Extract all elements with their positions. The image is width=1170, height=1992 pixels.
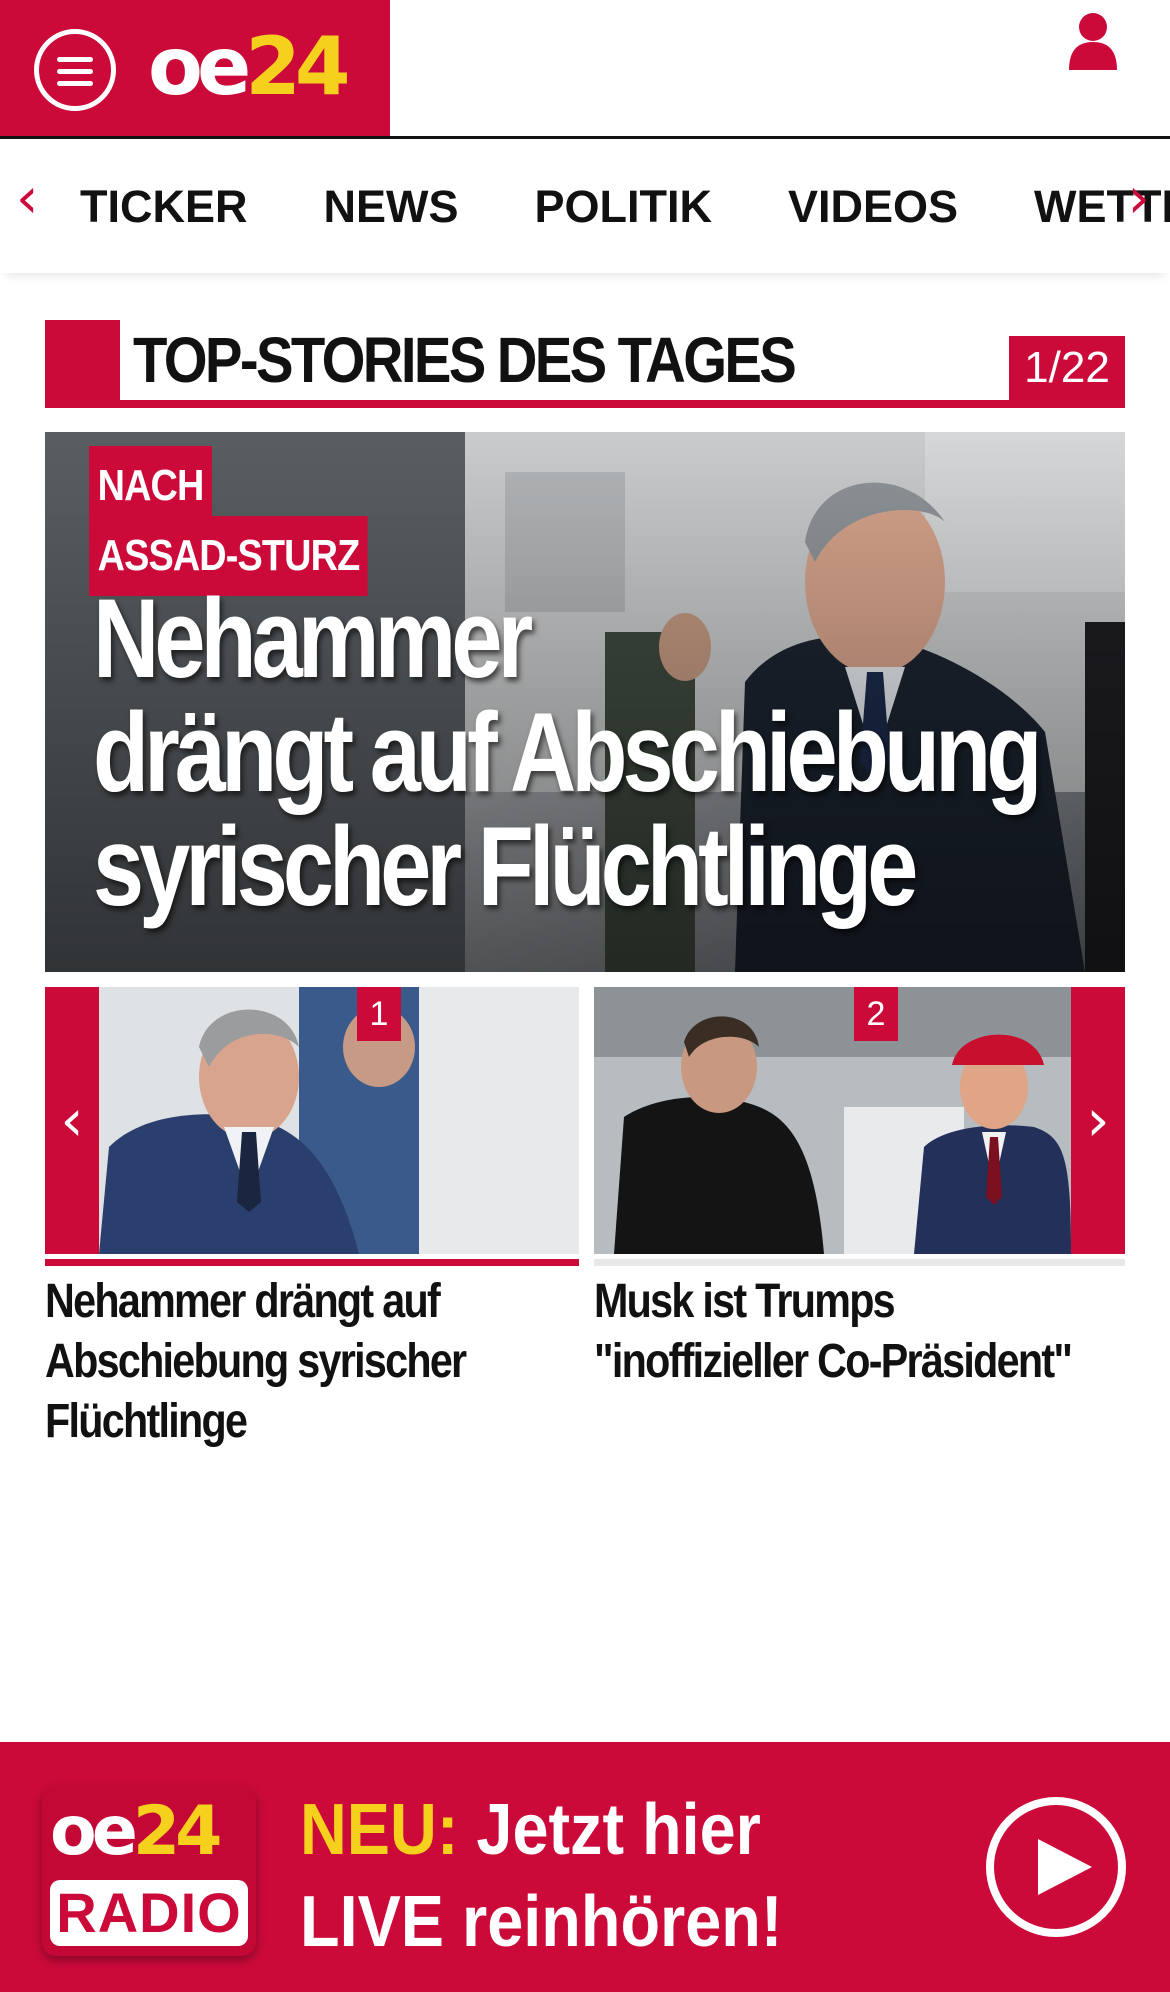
hamburger-menu-icon[interactable]	[34, 29, 116, 111]
radio-promo-text: NEU: Jetzt hier LIVE reinhören!	[300, 1790, 783, 1962]
section-accent-square	[45, 320, 120, 408]
story-title-2[interactable]: Musk ist Trumps "inoffizieller Co-Präsid…	[594, 1272, 1073, 1392]
active-story-indicator	[45, 1259, 579, 1266]
nav-items: TICKER NEWS POLITIK VIDEOS WETTER	[80, 177, 1170, 237]
logo-block: oe24	[0, 0, 390, 136]
user-account-icon[interactable]	[1066, 12, 1120, 70]
story-number-badge: 2	[854, 987, 898, 1041]
category-nav: ‹ TICKER NEWS POLITIK VIDEOS WETTER ›	[0, 139, 1170, 273]
hero-headline: Nehammer drängt auf Abschiebung syrische…	[93, 576, 1042, 929]
section-title: TOP-STORIES DES TAGES	[133, 324, 797, 396]
nav-item-politik[interactable]: POLITIK	[535, 177, 713, 237]
carousel-prev-arrow-icon[interactable]: ‹	[45, 987, 99, 1254]
section-underline	[45, 400, 1125, 408]
story-thumbnail-1[interactable]: 1	[99, 987, 579, 1254]
site-header: oe24	[0, 0, 1170, 139]
nav-item-ticker[interactable]: TICKER	[80, 177, 248, 237]
radio-banner[interactable]: oe24 RADIO NEU: Jetzt hier LIVE reinhöre…	[0, 1742, 1170, 1992]
story-carousel: ‹ 1 2 ›	[45, 987, 1125, 1257]
nav-next-arrow-icon[interactable]: ›	[1128, 169, 1150, 229]
story-title-1[interactable]: Nehammer drängt auf Abschiebung syrische…	[45, 1272, 467, 1452]
thumbnail-photo-1	[99, 987, 579, 1254]
inactive-story-indicator	[594, 1259, 1125, 1266]
carousel-next-arrow-icon[interactable]: ›	[1071, 987, 1125, 1254]
story-thumbnail-2[interactable]: 2	[594, 987, 1071, 1254]
oe24-logo[interactable]: oe24	[148, 22, 351, 112]
story-number-badge: 1	[357, 987, 401, 1041]
nav-item-videos[interactable]: VIDEOS	[788, 177, 958, 237]
nav-prev-arrow-icon[interactable]: ‹	[16, 169, 38, 229]
slide-counter: 1/22	[1009, 336, 1125, 400]
play-icon[interactable]	[986, 1797, 1126, 1937]
thumbnail-photo-2	[594, 987, 1071, 1254]
hero-story[interactable]: NACH ASSAD-STURZ Nehammer drängt auf Abs…	[45, 432, 1125, 972]
section-header: TOP-STORIES DES TAGES 1/22	[45, 320, 1125, 408]
nav-item-news[interactable]: NEWS	[324, 177, 459, 237]
hero-kicker-line1: NACH	[89, 446, 213, 526]
oe24-radio-logo: oe24 RADIO	[42, 1786, 256, 1956]
